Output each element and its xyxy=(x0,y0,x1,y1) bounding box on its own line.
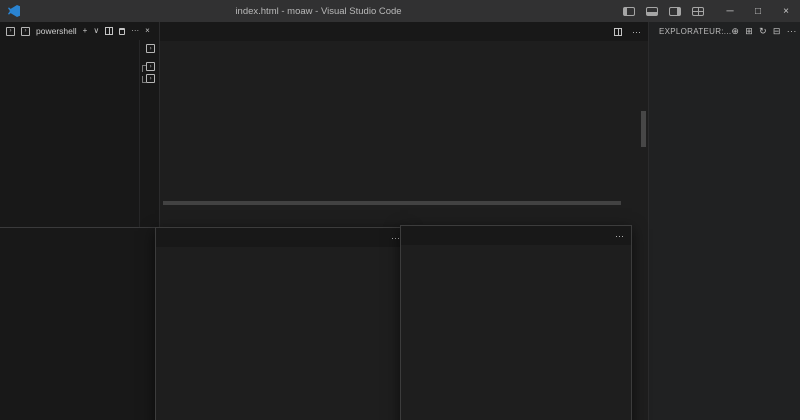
window-controls: ─ □ × xyxy=(716,0,800,22)
terminal-tab-label[interactable]: powershell xyxy=(36,26,77,36)
terminal-powershell-output[interactable] xyxy=(0,228,159,420)
terminal-split: › › › xyxy=(0,40,159,420)
explorer-title: EXPLORATEUR:... xyxy=(659,27,731,36)
terminal-instance-icon[interactable]: › xyxy=(146,74,155,83)
floating-editor-copy: ··· xyxy=(400,225,632,420)
explorer-header: EXPLORATEUR:... ⊕ ⊞ ↻ ⊟ ··· xyxy=(649,22,800,40)
main-breadcrumb xyxy=(160,41,648,55)
main-tab-bar: ··· xyxy=(160,22,648,41)
new-terminal-icon[interactable]: + xyxy=(83,22,88,40)
toggle-secondary-sidebar-icon[interactable] xyxy=(669,7,681,16)
terminal-profile-dropdown-icon[interactable]: ∨ xyxy=(93,22,99,40)
collapse-folders-icon[interactable]: ⊟ xyxy=(773,26,781,37)
close-icon[interactable]: × xyxy=(772,0,800,22)
editor-actions: ··· xyxy=(608,226,631,245)
terminal-tabs-strip: › › › xyxy=(139,40,159,227)
explorer-actions: ⊕ ⊞ ↻ ⊟ ··· xyxy=(731,26,796,37)
layout-controls xyxy=(623,7,704,16)
window-title: index.html - moaw - Visual Studio Code xyxy=(26,6,611,17)
copy-code-editor[interactable] xyxy=(401,258,631,420)
explorer-more-actions-icon[interactable]: ··· xyxy=(787,26,797,36)
vscode-logo-icon xyxy=(8,5,20,17)
chip-breadcrumb xyxy=(156,247,407,260)
new-folder-icon[interactable]: ⊞ xyxy=(745,26,753,37)
minimize-icon[interactable]: ─ xyxy=(716,0,744,22)
new-file-icon[interactable]: ⊕ xyxy=(731,26,739,37)
split-terminal-icon[interactable] xyxy=(105,27,113,35)
terminal-tab-icon: › xyxy=(21,27,30,36)
editor-more-actions-icon[interactable]: ··· xyxy=(632,27,641,37)
terminal-instance-icon[interactable]: › xyxy=(146,62,155,71)
vertical-scrollbar[interactable] xyxy=(641,111,646,147)
terminal-instance-icon[interactable]: › xyxy=(146,44,155,53)
chip-tab-bar: ··· xyxy=(156,228,407,247)
editor-actions: ··· xyxy=(604,22,648,41)
editor-more-actions-icon[interactable]: ··· xyxy=(615,231,624,241)
floating-editor-chip: ··· xyxy=(155,227,408,420)
refresh-explorer-icon[interactable]: ↻ xyxy=(759,26,767,37)
horizontal-scrollbar[interactable] xyxy=(163,201,621,205)
terminal-panel-header: › › powershell + ∨ ··· × xyxy=(0,22,159,40)
maximize-icon[interactable]: □ xyxy=(744,0,772,22)
close-panel-icon[interactable]: × xyxy=(145,22,150,40)
copy-tab-bar: ··· xyxy=(401,226,631,245)
copy-breadcrumb xyxy=(401,245,631,258)
terminal-bash-output[interactable] xyxy=(0,40,139,227)
toggle-panel-icon[interactable] xyxy=(646,7,658,16)
customize-layout-icon[interactable] xyxy=(692,7,704,16)
terminal-more-actions-icon[interactable]: ··· xyxy=(131,22,139,40)
terminal-panel: › › powershell + ∨ ··· × › › › xyxy=(0,22,160,420)
split-editor-icon[interactable] xyxy=(614,28,622,36)
editor-more-actions-icon[interactable]: ··· xyxy=(391,233,400,243)
title-bar: index.html - moaw - Visual Studio Code ─… xyxy=(0,0,800,22)
kill-terminal-icon[interactable] xyxy=(119,28,125,35)
explorer-sidebar: EXPLORATEUR:... ⊕ ⊞ ↻ ⊟ ··· xyxy=(648,22,800,420)
panel-terminal-icon[interactable]: › xyxy=(6,27,15,36)
file-tree xyxy=(649,40,800,420)
chip-code-editor[interactable] xyxy=(156,260,407,420)
toggle-primary-sidebar-icon[interactable] xyxy=(623,7,635,16)
